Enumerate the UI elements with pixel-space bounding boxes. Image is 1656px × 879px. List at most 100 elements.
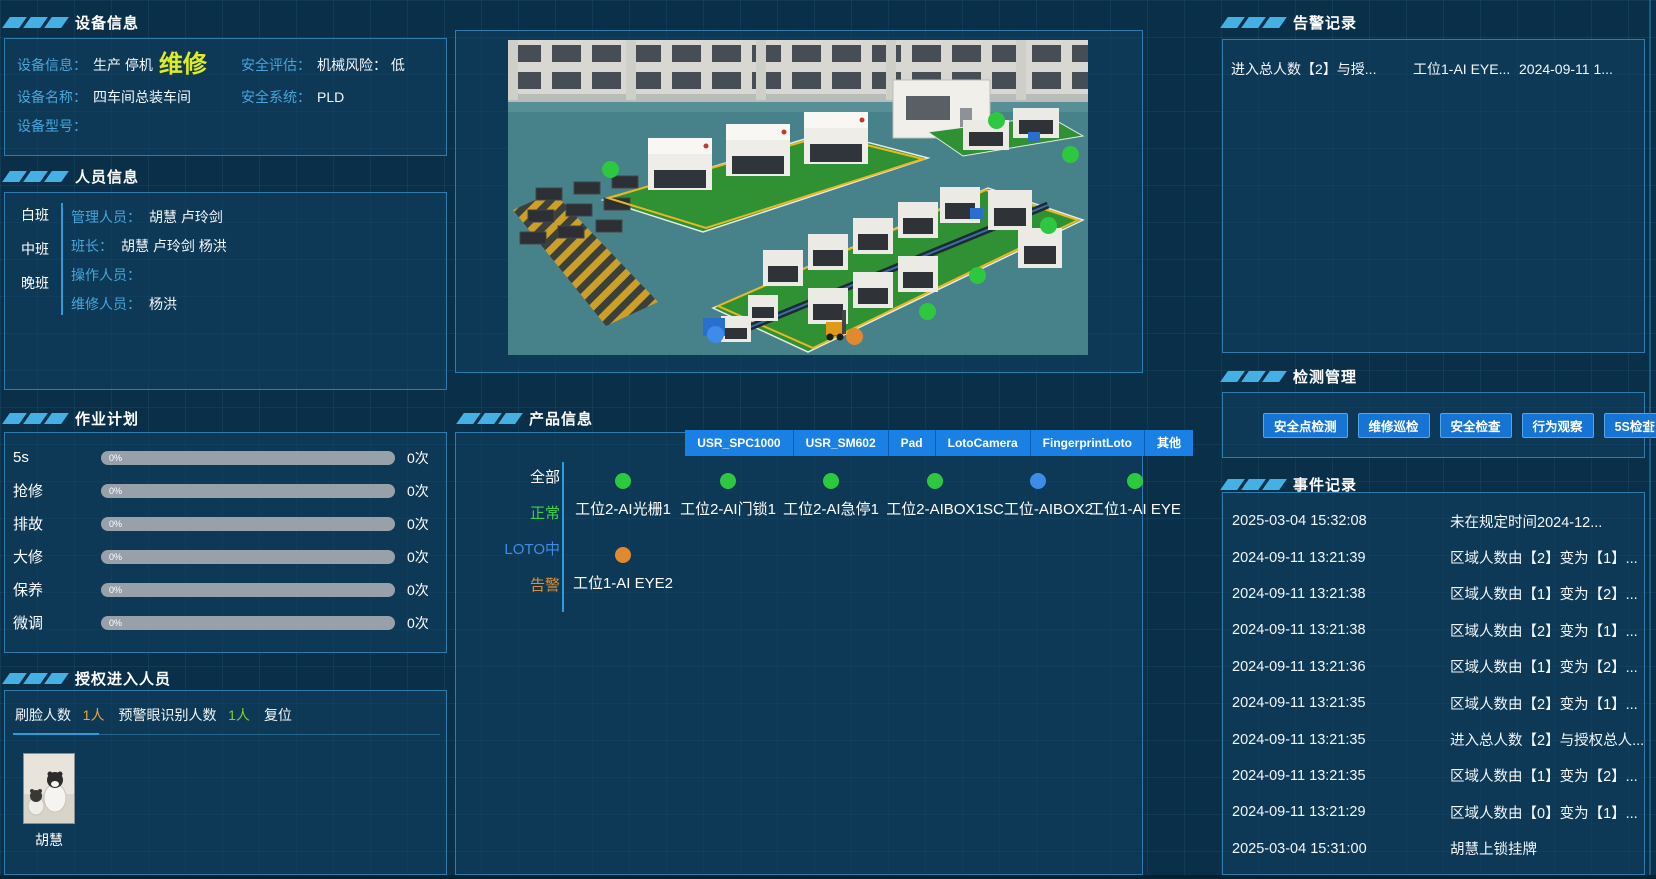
events-header: 事件记录 (1224, 474, 1357, 494)
progress-percent: 0% (109, 452, 122, 464)
device-chip[interactable]: 工位2-AI门锁1 (668, 473, 788, 519)
product-tab-usr-spc1000[interactable]: USR_SPC1000 (685, 430, 793, 456)
inspection-button[interactable]: 维修巡检 (1358, 413, 1430, 438)
shift-tab[interactable]: 中班 (15, 239, 55, 259)
event-message: 未在规定时间2024-12... (1450, 511, 1644, 532)
product-tab-lotocamera[interactable]: LotoCamera (936, 430, 1031, 456)
work-plan-count: 0次 (407, 580, 429, 600)
device-info-value: 生产 停机 (93, 55, 153, 75)
event-row[interactable]: 2024-09-11 13:21:35区域人数由【1】变为【2】... (1223, 758, 1644, 794)
person-card[interactable]: 胡慧 (23, 753, 75, 850)
product-tab-strip: USR_SPC1000USR_SM602PadLotoCameraFingerp… (685, 430, 1193, 456)
status-dot (720, 473, 736, 489)
device-info-title: 设备信息 (75, 12, 139, 33)
event-row[interactable]: 2024-09-11 13:21:35进入总人数【2】与授权总人... (1223, 721, 1644, 757)
inspection-buttons: 安全点检测维修巡检安全检查行为观察5S检查 (1263, 413, 1656, 438)
device-name: 工位2-AIBOX1 (886, 498, 984, 519)
person-name: 胡慧 (23, 830, 75, 850)
event-rows: 2025-03-04 15:32:08未在规定时间2024-12...2024-… (1223, 503, 1644, 867)
work-plan-label: 大修 (13, 546, 101, 567)
event-row[interactable]: 2024-09-11 13:21:39区域人数由【2】变为【1】... (1223, 539, 1644, 575)
event-row[interactable]: 2024-09-11 13:21:38区域人数由【2】变为【1】... (1223, 612, 1644, 648)
alarm-time: 2024-09-11 1... (1519, 61, 1636, 77)
eye-count-value: 1人 (228, 707, 250, 723)
inspection-button[interactable]: 安全检查 (1440, 413, 1512, 438)
factory-3d-view (508, 40, 1088, 355)
active-tab-indicator (13, 733, 99, 735)
event-time: 2024-09-11 13:21:35 (1223, 695, 1450, 711)
factory-status-dot (707, 326, 724, 343)
event-message: 区域人数由【0】变为【1】... (1450, 802, 1644, 823)
work-plan-row: 排故0%0次 (5, 507, 446, 540)
device-name: 工位1-AI EYE2 (573, 572, 673, 593)
work-plan-count: 0次 (407, 514, 429, 534)
status-filter[interactable]: LOTO中 (504, 538, 560, 558)
status-filter[interactable]: 全部 (530, 466, 560, 486)
personnel-label: 班长： (71, 236, 113, 256)
authorized-panel: 刷脸人数 1人 预警眼识别人数 1人 复位 (4, 690, 447, 875)
factory-status-dot (1062, 146, 1079, 163)
page-scrollbar[interactable] (1649, 0, 1651, 879)
product-tab-pad[interactable]: Pad (889, 430, 936, 456)
progress-percent: 0% (109, 485, 122, 497)
device-chip[interactable]: 工位1-AI EYE (1075, 473, 1195, 519)
work-plan-label: 抢修 (13, 480, 101, 501)
event-row[interactable]: 2024-09-11 13:21:29区域人数由【0】变为【1】... (1223, 794, 1644, 830)
progress-bar: 0% (101, 616, 395, 630)
inspection-button[interactable]: 安全点检测 (1263, 413, 1348, 438)
product-info-header: 产品信息 (460, 408, 593, 428)
product-tab--[interactable]: 其他 (1145, 430, 1193, 456)
alarm-title: 告警记录 (1293, 12, 1357, 33)
header-arrows-icon (6, 413, 65, 424)
header-arrows-icon (6, 17, 65, 28)
tab-face-count[interactable]: 刷脸人数 1人 (15, 705, 104, 725)
inspection-title: 检测管理 (1293, 366, 1357, 387)
event-time: 2025-03-04 15:32:08 (1223, 513, 1450, 529)
progress-bar: 0% (101, 484, 395, 498)
device-chip[interactable]: 工位1-AI EYE2 (563, 547, 683, 593)
event-row[interactable]: 2024-09-11 13:21:38区域人数由【1】变为【2】... (1223, 576, 1644, 612)
personnel-label: 维修人员： (71, 294, 141, 314)
device-chip[interactable]: 工位2-AIBOX1 (875, 473, 995, 519)
product-tab-usr-sm602[interactable]: USR_SM602 (794, 430, 889, 456)
event-row[interactable]: 2024-09-11 13:21:35区域人数由【2】变为【1】... (1223, 685, 1644, 721)
header-arrows-icon (1224, 479, 1283, 490)
event-row[interactable]: 2024-09-11 13:21:36区域人数由【1】变为【2】... (1223, 649, 1644, 685)
event-row[interactable]: 2025-03-04 15:32:08未在规定时间2024-12... (1223, 503, 1644, 539)
product-tab-fingerprintloto[interactable]: FingerprintLoto (1031, 430, 1145, 456)
status-filter[interactable]: 正常 (530, 502, 560, 522)
personnel-row: 管理人员：胡慧 卢玲剑 (71, 207, 227, 227)
work-plan-label: 保养 (13, 579, 101, 600)
status-dot (1030, 473, 1046, 489)
device-model-label: 设备型号： (17, 116, 87, 136)
inspection-button[interactable]: 行为观察 (1522, 413, 1594, 438)
event-time: 2024-09-11 13:21:35 (1223, 768, 1450, 784)
events-panel: 2025-03-04 15:32:08未在规定时间2024-12...2024-… (1222, 492, 1645, 875)
work-plan-label: 微调 (13, 612, 101, 633)
device-chip[interactable]: 工位2-AI光栅1 (563, 473, 683, 519)
event-row[interactable]: 2025-03-04 15:31:00胡慧上锁挂牌 (1223, 831, 1644, 867)
status-dot (927, 473, 943, 489)
shift-tab[interactable]: 白班 (15, 205, 55, 225)
device-name-label: 设备名称： (17, 87, 87, 107)
work-plan-count: 0次 (407, 613, 429, 633)
event-message: 胡慧上锁挂牌 (1450, 838, 1644, 859)
tab-eye-count[interactable]: 预警眼识别人数 1人 (118, 705, 249, 725)
status-dot (1127, 473, 1143, 489)
event-time: 2024-09-11 13:21:35 (1223, 732, 1450, 748)
device-name-value: 四车间总装车间 (93, 87, 191, 107)
progress-percent: 0% (109, 551, 122, 563)
event-time: 2025-03-04 15:31:00 (1223, 841, 1450, 857)
factory-status-dot (846, 328, 863, 345)
device-name: 工位1-AI EYE (1089, 498, 1181, 519)
status-filter[interactable]: 告警 (530, 574, 560, 594)
alarm-row[interactable]: 进入总人数【2】与授...工位1-AI EYE...2024-09-11 1..… (1223, 56, 1644, 82)
device-chip[interactable]: 工位2-AI急停1 (771, 473, 891, 519)
header-arrows-icon (1224, 17, 1283, 28)
work-plan-rows: 5s0%0次抢修0%0次排故0%0次大修0%0次保养0%0次微调0%0次 (5, 441, 446, 639)
shift-tab[interactable]: 晚班 (15, 273, 55, 293)
reset-button[interactable]: 复位 (264, 705, 292, 725)
device-info-header: 设备信息 (6, 12, 139, 32)
factory-status-dot (602, 161, 619, 178)
personnel-header: 人员信息 (6, 166, 139, 186)
